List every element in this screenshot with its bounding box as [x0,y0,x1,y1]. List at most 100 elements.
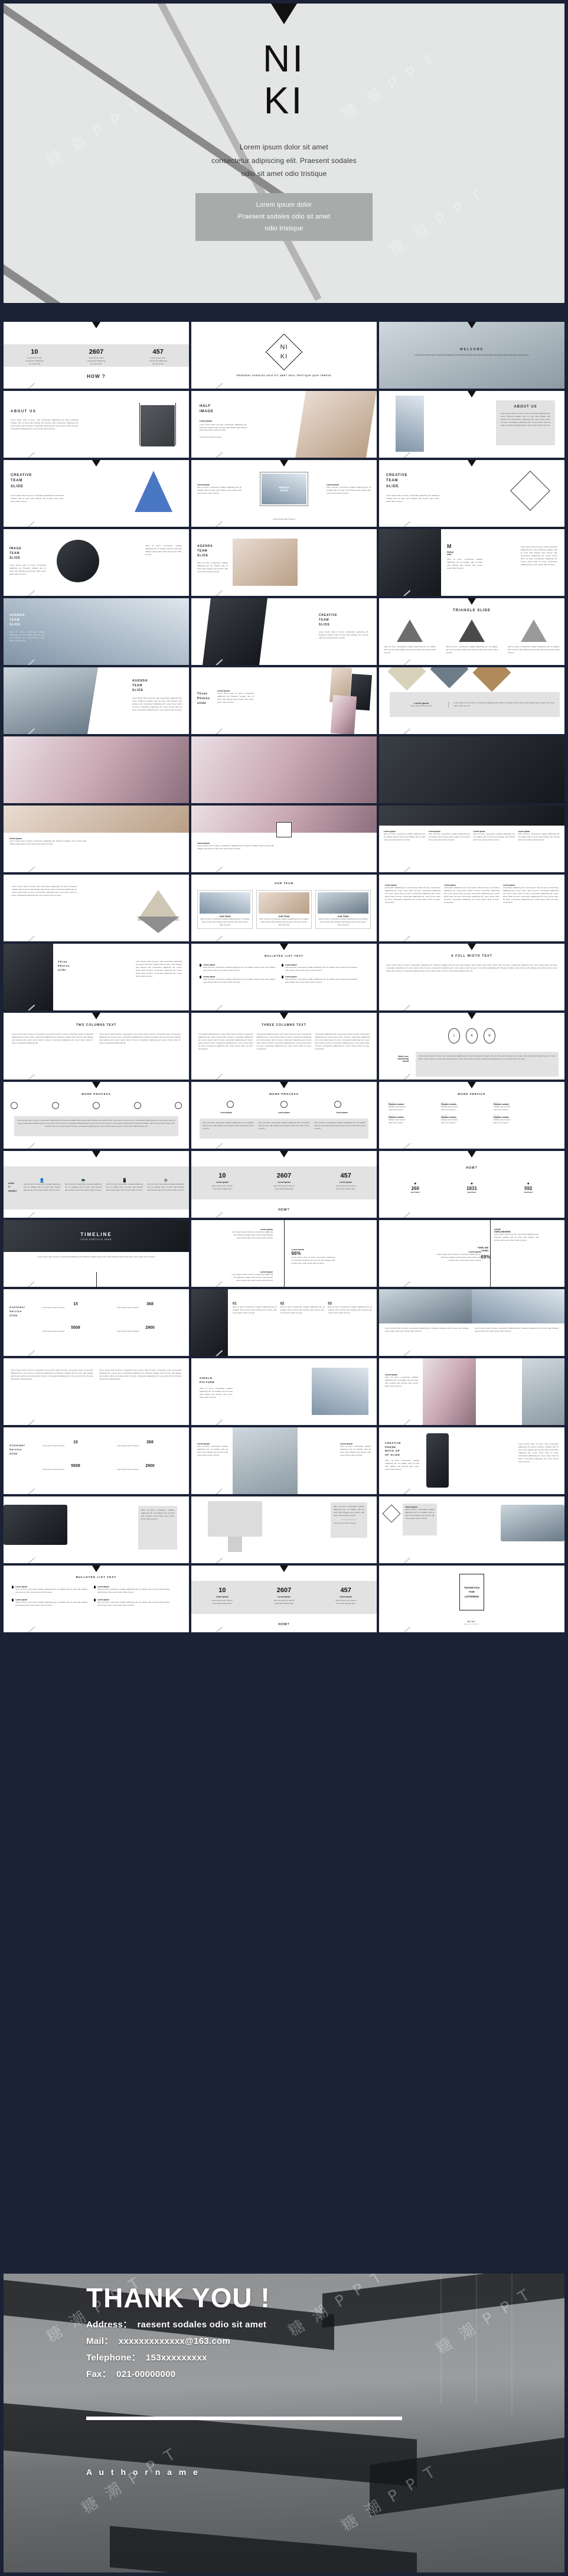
slide-thumbnail[interactable]: Lorem ipsum Lorem ipsum dolor sit amet, … [4,806,189,872]
slide-heading: MORE PROCESS [269,1093,299,1095]
slide-thumbnail[interactable]: HOW? ● 260 TEXTTEXT ● 1831 TEXTTEXT ● 592 TEXT… [379,1151,564,1218]
slide-thumbnail[interactable]: TIMELINE YOUR SURTITLE HERE Lorem ipsum … [4,1220,189,1287]
slide-heading: AGENDA TEAM SLIDE [197,544,213,557]
slide-thumbnail[interactable]: ABOUT US Lorem ipsum dolor sit amet, odi… [4,391,189,458]
slide-body: Lorem ipsum dolor sit amet, consectetur … [200,423,247,432]
triangle-marker-icon [280,460,288,467]
slide-thumbnail[interactable]: Lorem ipsum dolor sit amet, consectetur s… [379,1358,564,1425]
slide-thumbnail[interactable]: Three Photos slide Lorem ipsum Lorem ips… [191,667,377,734]
slide-thumbnail[interactable]: 10 Lorem ipsum dolor sit amet elit. odio s… [191,1151,377,1218]
slide-thumbnail[interactable]: 10 Lorem ipsum dolor consectetur adipisci… [4,322,189,389]
slide-thumbnail[interactable]: Lorem ipsum dolor sit amet, consectetur … [191,460,377,527]
slide-thumbnail[interactable]: YOUR TIMELINEHERE Lorem ipsum dolor sit a… [379,1220,564,1287]
step-body: dolor sit amet, consectetur sodales adip… [233,1306,277,1314]
slide-thumbnail[interactable]: L A B Write here Something about Lorem i… [379,1013,564,1080]
slide-image [200,892,250,914]
slide-body: Lorem ipsum dolor sit amet, consectetur … [197,844,274,850]
slide-heading: CREATIVE TEAM SLIDE [386,474,408,488]
table-label: Lorem ipsum dolor sit amet [117,1330,139,1332]
slide-thumbnail[interactable]: CREATIVE TEAM SLIDE Lorem ipsum dolor si… [379,460,564,527]
slide-image [233,1427,298,1494]
slide-thumbnail[interactable]: Lorem ipsum dolor sit amet, consectetur s… [379,1496,564,1563]
corner-stripe [4,452,35,458]
triangle-marker-icon [92,322,100,328]
timeline-body: Lorem ipsum dolor sit amet, consectetur … [231,1231,273,1239]
slide-thumbnail[interactable]: Lorem ipsum dolor sit amet, odio consect… [4,875,189,941]
slide-thumbnail[interactable]: AGENDA TEAM SLIDE dolor sit amet, consec… [191,529,377,596]
slide-thumbnail[interactable]: Lorem ipsum dolor sit amet, consectetur s… [191,1427,377,1494]
slide-thumbnail[interactable]: MORE PROCESS Lorem ipsum dolor sit amet,… [4,1082,189,1149]
slide-thumbnail[interactable] [191,736,377,803]
slide-caption: Lorem ipsum dolor sit amet [273,518,295,521]
slide-thumbnail[interactable]: Lorem ipsum consectetur adipiscing elit. … [379,875,564,941]
stat-value: 10 [218,1587,226,1594]
corner-stripe [4,1281,35,1287]
slide-thumbnail[interactable]: Lorem ipsum Lorem ipsum dolor sit amet L… [379,667,564,734]
slide-thumbnail[interactable]: TWO COLUMNS TEXT Lorem ipsum dolor sit a… [4,1013,189,1080]
stat-value: 2607 [276,1587,292,1594]
slide-heading: Three Photos slide [58,960,70,971]
slide-thumbnail[interactable] [379,736,564,803]
slide-thumbnail[interactable]: NI KI PRAESENT SODALES ODIO SIT AMET ODI… [191,322,377,389]
slide-thumbnail[interactable]: HOW IT WORK? 👤 dolor sit amet, consectetu… [4,1151,189,1218]
corner-stripe [379,1074,410,1080]
slide-body: dolor sit amet, consectetur sodales adip… [258,1121,310,1130]
slide-thumbnail[interactable]: AGENDA TEAM SLIDE dolor sit amet, consec… [4,598,189,665]
item-title: Lorem ipsum [220,1111,232,1114]
bullet-icon [281,964,284,967]
slide-heading: Customer Service slide [9,1444,25,1455]
slide-thumbnail[interactable]: ABOUT US Lorem ipsum dolor sit amet, odi… [379,391,564,458]
slide-thumbnail[interactable]: WELCOME Lorem ipsum dolor sit amet, cons… [379,322,564,389]
slide-thumbnail[interactable]: BULLETED LIST TEXT Lorem ipsum dolor sit … [4,1566,189,1632]
slide-thumbnail[interactable]: IMAGE TEAM SLIDE Lorem ipsum dolor sit a… [4,529,189,596]
slide-thumbnail[interactable]: Lorem ipsum Lorem ipsum dolor sit amet, c… [191,1220,377,1287]
slide-thumbnail[interactable]: BULLETED LIST TEXT Lorem ipsum dolor sit … [191,944,377,1010]
slide-thumbnail[interactable]: SINGLE PICTURE dolor sit amet, consectetu… [191,1358,377,1425]
timeline-percent: 66% [291,1251,301,1256]
slide-thumbnail[interactable]: 01 dolor sit amet, consectetur sodales ad… [191,1289,377,1356]
slide-thumbnail[interactable]: Lorem ipsum Lorem ipsum dolor sit amet, … [191,806,377,872]
corner-stripe [191,866,223,872]
slide-thumbnail[interactable]: Three Photos slide Lorem ipsum dolor sit… [4,944,189,1010]
slide-image [423,1358,476,1425]
slide-thumbnail[interactable]: AGENDA TEAM SLIDE Lorem ipsum dolor sit … [4,667,189,734]
slide-thumbnail[interactable]: Customer Service slide 15 Lorem ipsum dol… [4,1289,189,1356]
slide-body: dolor sit amet, consectetur sodales adip… [334,1505,364,1517]
corner-stripe [379,521,410,527]
slide-thumbnail[interactable]: dolor sit amet, consectetur sodales adip… [4,1496,189,1563]
corner-stripe [4,1143,35,1149]
slide-thumbnail[interactable]: Lorem ipsum dolor sit amet, consectetur … [379,1289,564,1356]
slide-thumbnail[interactable]: Customer Service slide 15 Lorem ipsum dol… [4,1427,189,1494]
slide-thumbnail[interactable]: THREE COLUMNS TEXT consectetur adipiscin… [191,1013,377,1080]
slide-thumbnail[interactable] [4,736,189,803]
bullet-icon [12,1598,14,1602]
corner-stripe [379,659,410,665]
slide-thumbnail[interactable]: MORE SERVICE 01 Praesent sodales tristique… [379,1082,564,1149]
logo-tagline: PRAESENT SODALES ODIO SIT AMET ODIO TRIS… [236,374,332,377]
slide-thumbnail[interactable]: HALF IMAGE Lorem ipsum Lorem ipsum dolor… [191,391,377,458]
slide-thumbnail[interactable]: CREATIVE TEAM SLIDE Lorem ipsum dolor si… [191,598,377,665]
hero-cta-button[interactable]: Lorem ipsum dolor Praesent sodales odio … [195,193,373,242]
bullet-icon [93,1586,96,1589]
step-body: dolor sit amet, consectetur sodales adip… [106,1183,143,1191]
slide-thumbnail[interactable]: M Mokup slide dolor sit amet, consectetu… [379,529,564,596]
slide-thumbnail[interactable]: OUR TEAM OUR TEAM dolor sit amet, consec… [191,875,377,941]
slide-body: Lorem ipsum dolor sit amet, consectetur … [475,1327,559,1332]
corner-stripe [379,1488,410,1494]
slide-thumbnail[interactable]: 10 Lorem ipsum dolor sit amet elit. odio s… [191,1566,377,1632]
bullet-body: dolor sit amet, consectetur sodales adip… [15,1588,88,1593]
process-icon [133,1102,141,1109]
slide-thumbnail[interactable]: CREATIVE PHONE MOCK UP OF SLIDE dolor sit… [379,1427,564,1494]
slide-heading: TWO COLUMNS TEXT [76,1023,117,1027]
process-icon [334,1101,342,1108]
corner-stripe [191,452,223,458]
slide-thumbnail[interactable]: TRIANGLE SLIDE dolor sit amet, consectet… [379,598,564,665]
slide-thumbnail[interactable]: A FULL WIDTH TEXT Lorem ipsum dolor sit … [379,944,564,1010]
slide-thumbnail[interactable]: CREATIVE TEAM SLIDE Lorem ipsum dolor si… [4,460,189,527]
slide-thumbnail[interactable]: THANKYOU FOR LISTENING NIKI ipsum dolor [379,1566,564,1632]
slide-thumbnail[interactable]: Lorem ipsum dolor sit amet, consectetur s… [379,806,564,872]
slide-thumbnail[interactable]: dolor sit amet, consectetur sodales adip… [191,1496,377,1563]
slide-thumbnail[interactable]: MORE PROCESS Lorem ipsum Lorem ipsum Lor… [191,1082,377,1149]
slide-thumbnail[interactable]: Lorem ipsum dolor sit amet, consectetur … [4,1358,189,1425]
bullet-body: dolor sit amet, consectetur sodales adip… [203,966,276,971]
